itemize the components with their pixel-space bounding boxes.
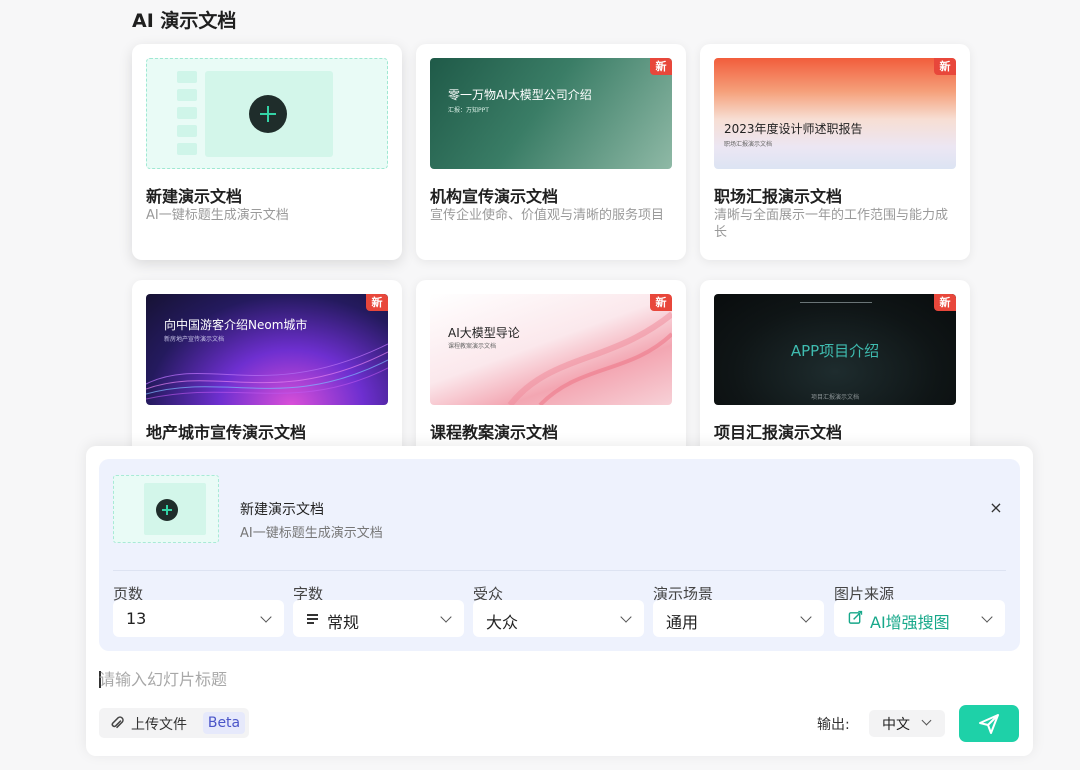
scene-select[interactable]: 通用 <box>653 600 824 637</box>
send-icon <box>979 714 999 734</box>
text-lines-icon <box>307 614 318 626</box>
chevron-down-icon <box>800 611 812 623</box>
card-thumbnail: 2023年度设计师述职报告 职场汇报演示文档 新 <box>714 58 956 169</box>
words-value: 常规 <box>327 613 360 632</box>
thumbnail-subtitle: 项目汇报演示文档 <box>810 394 859 401</box>
card-thumbnail <box>146 58 388 169</box>
divider <box>113 570 1006 571</box>
selected-template-title: 新建演示文档 <box>240 502 324 518</box>
card-thumbnail: APP项目介绍 项目汇报演示文档 新 <box>714 294 956 405</box>
composer-panel: 新建演示文档 AI一键标题生成演示文档 × 页数 13 字数 常规 受众 大众 … <box>86 446 1033 756</box>
chevron-down-icon <box>440 611 452 623</box>
thumbnail-subtitle: 新房地产宣传演示文档 <box>164 336 225 343</box>
words-select[interactable]: 常规 <box>293 600 464 637</box>
chevron-down-icon <box>620 611 632 623</box>
template-card-new[interactable]: 新建演示文档 AI一键标题生成演示文档 <box>132 44 402 260</box>
card-title: 地产城市宣传演示文档 <box>146 423 307 442</box>
card-description: AI一键标题生成演示文档 <box>146 208 289 223</box>
card-title: 新建演示文档 <box>146 187 243 206</box>
upload-file-button[interactable]: 上传文件 Beta <box>99 708 249 738</box>
section-title: AI 演示文档 <box>132 10 237 32</box>
selected-template-thumbnail <box>113 475 219 543</box>
card-title: 课程教案演示文档 <box>430 423 559 442</box>
audience-value: 大众 <box>486 613 519 632</box>
new-badge: 新 <box>650 58 672 75</box>
config-area: 新建演示文档 AI一键标题生成演示文档 × 页数 13 字数 常规 受众 大众 … <box>99 459 1020 651</box>
new-badge: 新 <box>650 294 672 311</box>
card-title: 项目汇报演示文档 <box>714 423 843 442</box>
card-thumbnail: AI大模型导论 课程教案演示文档 新 <box>430 294 672 405</box>
thumbnail-subtitle: 职场汇报演示文档 <box>724 141 773 148</box>
edit-image-icon <box>848 610 863 624</box>
template-card-work-report[interactable]: 2023年度设计师述职报告 职场汇报演示文档 新 职场汇报演示文档 清晰与全面展… <box>700 44 970 260</box>
paperclip-icon <box>111 716 124 729</box>
ghost-block <box>177 71 197 83</box>
thumbnail-subtitle: 汇报：万知PPT <box>448 107 489 114</box>
wave-decoration <box>146 343 388 400</box>
pages-select[interactable]: 13 <box>113 600 284 637</box>
decorative-line <box>800 302 872 303</box>
output-label: 输出: <box>817 717 850 733</box>
ghost-block <box>177 107 197 119</box>
thumbnail-title: 零一万物AI大模型公司介绍 <box>448 88 592 102</box>
chevron-down-icon <box>260 611 272 623</box>
slide-title-input[interactable] <box>99 668 799 690</box>
card-thumbnail: 向中国游客介绍Neom城市 新房地产宣传演示文档 新 <box>146 294 388 405</box>
new-badge: 新 <box>366 294 388 311</box>
card-description: 宣传企业使命、价值观与清晰的服务项目 <box>430 208 665 223</box>
card-title: 职场汇报演示文档 <box>714 187 843 206</box>
card-description: 清晰与全面展示一年的工作范围与能力成长 <box>714 208 949 240</box>
ghost-block <box>177 89 197 101</box>
plus-icon <box>249 95 287 133</box>
image-source-value: AI增强搜图 <box>870 613 950 632</box>
close-icon[interactable]: × <box>987 499 1005 517</box>
chevron-down-icon <box>921 715 932 726</box>
plus-icon <box>156 499 178 521</box>
chevron-down-icon <box>981 611 993 623</box>
thumbnail-title: 向中国游客介绍Neom城市 <box>164 318 308 332</box>
new-badge: 新 <box>934 58 956 75</box>
card-title: 机构宣传演示文档 <box>430 187 559 206</box>
beta-badge: Beta <box>203 712 245 734</box>
new-badge: 新 <box>934 294 956 311</box>
audience-select[interactable]: 大众 <box>473 600 644 637</box>
thumbnail-title: APP项目介绍 <box>790 342 880 360</box>
selected-template-description: AI一键标题生成演示文档 <box>240 526 383 541</box>
ghost-block <box>177 125 197 137</box>
thumbnail-title: 2023年度设计师述职报告 <box>724 122 863 136</box>
upload-label: 上传文件 <box>131 717 187 733</box>
thumbnail-title: AI大模型导论 <box>448 326 520 340</box>
card-thumbnail: 零一万物AI大模型公司介绍 汇报：万知PPT 新 <box>430 58 672 169</box>
scene-value: 通用 <box>666 613 699 632</box>
image-source-select[interactable]: AI增强搜图 <box>834 600 1005 637</box>
output-language-value: 中文 <box>882 717 910 733</box>
output-language-select[interactable]: 中文 <box>869 710 945 737</box>
ghost-block <box>177 143 197 155</box>
template-card-org[interactable]: 零一万物AI大模型公司介绍 汇报：万知PPT 新 机构宣传演示文档 宣传企业使命… <box>416 44 686 260</box>
thumbnail-subtitle: 课程教案演示文档 <box>448 343 497 350</box>
send-button[interactable] <box>959 705 1019 742</box>
pages-value: 13 <box>126 609 147 628</box>
